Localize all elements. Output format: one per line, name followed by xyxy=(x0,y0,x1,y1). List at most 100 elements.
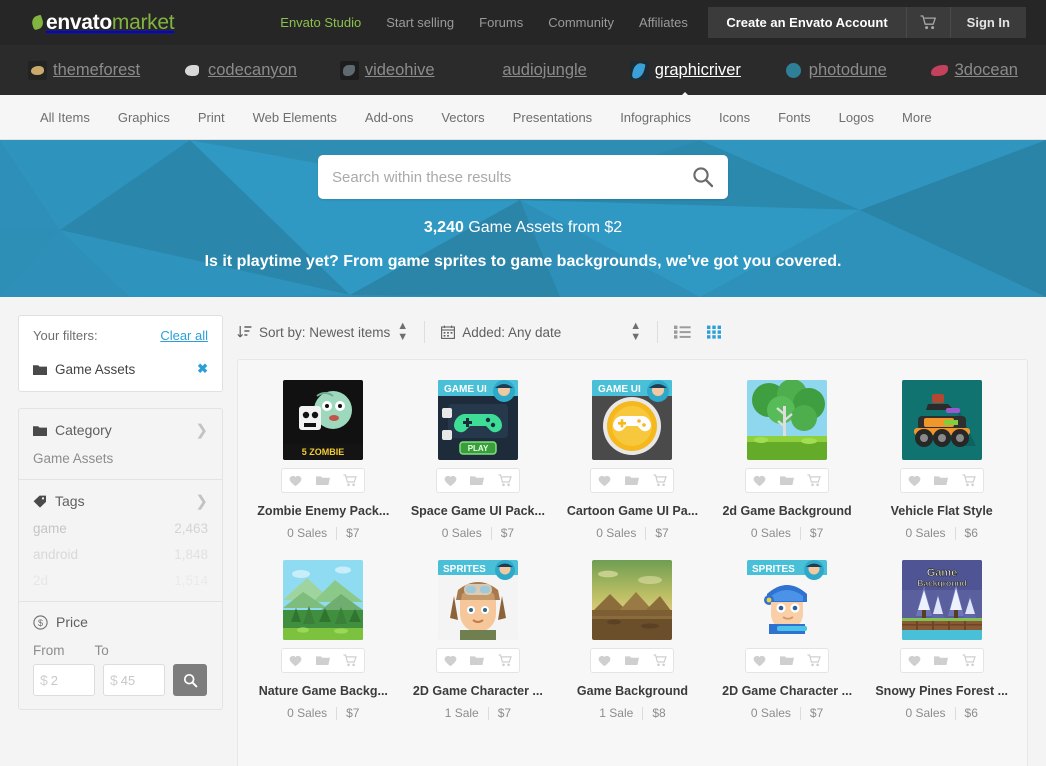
item-title[interactable]: Snowy Pines Forest ... xyxy=(868,684,1015,698)
search-input[interactable] xyxy=(332,169,692,186)
topnav-link-forums[interactable]: Forums xyxy=(479,15,523,30)
item-card[interactable]: SPRITES xyxy=(710,554,865,734)
cart-icon[interactable] xyxy=(653,654,667,667)
market-tab-audiojungle[interactable]: 𝚦 audiojungle xyxy=(477,61,586,80)
cart-button[interactable] xyxy=(906,7,950,38)
cart-icon[interactable] xyxy=(962,654,976,667)
folder-icon[interactable] xyxy=(934,475,948,486)
item-thumbnail[interactable] xyxy=(592,560,672,640)
item-title[interactable]: Nature Game Backg... xyxy=(250,684,397,698)
chevron-right-icon[interactable]: ❯ xyxy=(195,492,208,510)
item-card[interactable]: GAME UI Cartoon Game UI Pa... 0 Sales $7 xyxy=(555,374,710,554)
facet-category-header[interactable]: Category ❯ xyxy=(33,421,208,439)
folder-icon[interactable] xyxy=(316,475,330,486)
item-card[interactable]: Nature Game Backg... 0 Sales $7 xyxy=(246,554,401,734)
item-title[interactable]: Vehicle Flat Style xyxy=(868,504,1015,518)
item-title[interactable]: Space Game UI Pack... xyxy=(405,504,552,518)
catnav-item-infographics[interactable]: Infographics xyxy=(620,110,691,125)
item-card[interactable]: Game Background Snowy Pines Forest ... 0… xyxy=(864,554,1019,734)
heart-icon[interactable] xyxy=(289,655,302,667)
item-title[interactable]: Cartoon Game UI Pa... xyxy=(559,504,706,518)
cart-icon[interactable] xyxy=(962,474,976,487)
facet-category[interactable]: Category ❯ Game Assets xyxy=(19,409,222,480)
market-tab-photodune[interactable]: photodune xyxy=(784,61,887,80)
tag-row-android[interactable]: android 1,848 xyxy=(33,547,208,562)
item-card[interactable]: Game Background 1 Sale $8 xyxy=(555,554,710,734)
folder-icon[interactable] xyxy=(470,655,484,666)
heart-icon[interactable] xyxy=(908,655,921,667)
market-tab-codecanyon[interactable]: codecanyon xyxy=(183,61,297,80)
item-title[interactable]: 2D Game Character ... xyxy=(714,684,861,698)
chevron-right-icon[interactable]: ❯ xyxy=(195,421,208,439)
item-thumbnail[interactable]: SPRITES xyxy=(438,560,518,640)
item-thumbnail[interactable] xyxy=(283,560,363,640)
cart-icon[interactable] xyxy=(807,474,821,487)
item-thumbnail[interactable]: SPRITES xyxy=(747,560,827,640)
sign-in-button[interactable]: Sign In xyxy=(950,7,1026,38)
market-tab-videohive[interactable]: videohive xyxy=(340,61,435,80)
catnav-item-graphics[interactable]: Graphics xyxy=(118,110,170,125)
heart-icon[interactable] xyxy=(753,475,766,487)
topnav-link-envato-studio[interactable]: Envato Studio xyxy=(280,15,361,30)
item-title[interactable]: 2d Game Background xyxy=(714,504,861,518)
folder-icon[interactable] xyxy=(780,655,794,666)
search-box[interactable] xyxy=(318,155,728,199)
catnav-item-vectors[interactable]: Vectors xyxy=(441,110,484,125)
market-tab-graphicriver[interactable]: graphicriver xyxy=(630,61,741,80)
active-filter-game-assets[interactable]: Game Assets ✖ xyxy=(19,353,222,391)
folder-icon[interactable] xyxy=(625,475,639,486)
item-title[interactable]: 2D Game Character ... xyxy=(405,684,552,698)
market-tab-themeforest[interactable]: themeforest xyxy=(28,61,140,80)
heart-icon[interactable] xyxy=(289,475,302,487)
folder-icon[interactable] xyxy=(625,655,639,666)
folder-icon[interactable] xyxy=(934,655,948,666)
heart-icon[interactable] xyxy=(753,655,766,667)
tag-row-2d[interactable]: 2d 1,514 xyxy=(33,573,208,588)
topnav-link-community[interactable]: Community xyxy=(548,15,614,30)
item-card[interactable]: 2d Game Background 0 Sales $7 xyxy=(710,374,865,554)
close-icon[interactable]: ✖ xyxy=(197,361,208,377)
item-thumbnail[interactable]: Game Background xyxy=(902,560,982,640)
folder-icon[interactable] xyxy=(780,475,794,486)
topnav-link-affiliates[interactable]: Affiliates xyxy=(639,15,688,30)
tag-row-game[interactable]: game 2,463 xyxy=(33,521,208,536)
list-view-icon[interactable] xyxy=(674,325,691,339)
heart-icon[interactable] xyxy=(598,475,611,487)
catnav-item-presentations[interactable]: Presentations xyxy=(513,110,593,125)
catnav-item-web-elements[interactable]: Web Elements xyxy=(253,110,337,125)
heart-icon[interactable] xyxy=(444,475,457,487)
cart-icon[interactable] xyxy=(653,474,667,487)
cart-icon[interactable] xyxy=(498,474,512,487)
added-date-control[interactable]: Added: Any date ▲ ▼ xyxy=(441,321,657,343)
cart-icon[interactable] xyxy=(343,474,357,487)
price-to-field[interactable]: $ 45 xyxy=(103,664,165,696)
stepper-icon[interactable]: ▲ ▼ xyxy=(397,321,408,343)
item-title[interactable]: Game Background xyxy=(559,684,706,698)
catnav-item-icons[interactable]: Icons xyxy=(719,110,750,125)
item-thumbnail[interactable]: GAME UI PLAY xyxy=(438,380,518,460)
item-card[interactable]: 5 ZOMBIE Zombie Enemy Pack... 0 Sales $7 xyxy=(246,374,401,554)
folder-icon[interactable] xyxy=(470,475,484,486)
catnav-item-all-items[interactable]: All Items xyxy=(40,110,90,125)
item-thumbnail[interactable]: 5 ZOMBIE xyxy=(283,380,363,460)
envato-market-logo[interactable]: envato market xyxy=(32,11,174,35)
price-from-field[interactable]: $ 2 xyxy=(33,664,95,696)
clear-all-link[interactable]: Clear all xyxy=(160,328,208,343)
item-thumbnail[interactable]: GAME UI xyxy=(592,380,672,460)
cart-icon[interactable] xyxy=(343,654,357,667)
sort-by-control[interactable]: Sort by: Newest items ▲ ▼ xyxy=(237,321,424,343)
catnav-item-fonts[interactable]: Fonts xyxy=(778,110,811,125)
create-account-button[interactable]: Create an Envato Account xyxy=(708,7,905,38)
item-thumbnail[interactable] xyxy=(902,380,982,460)
stepper-icon[interactable]: ▲ ▼ xyxy=(630,321,641,343)
catnav-item-more[interactable]: More xyxy=(902,110,932,125)
heart-icon[interactable] xyxy=(444,655,457,667)
cart-icon[interactable] xyxy=(498,654,512,667)
item-title[interactable]: Zombie Enemy Pack... xyxy=(250,504,397,518)
item-card[interactable]: Vehicle Flat Style 0 Sales $6 xyxy=(864,374,1019,554)
catnav-item-print[interactable]: Print xyxy=(198,110,225,125)
heart-icon[interactable] xyxy=(908,475,921,487)
price-apply-button[interactable] xyxy=(173,664,207,696)
heart-icon[interactable] xyxy=(598,655,611,667)
item-thumbnail[interactable] xyxy=(747,380,827,460)
